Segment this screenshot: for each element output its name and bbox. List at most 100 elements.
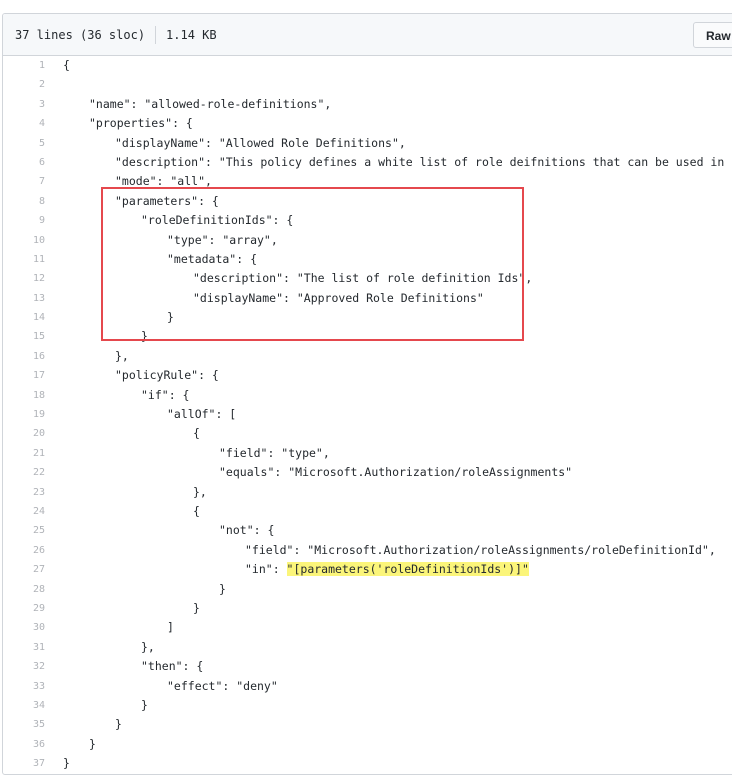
code-line: 26 "field": "Microsoft.Authorization/role… xyxy=(3,541,732,560)
code-line: 8 "parameters": { xyxy=(3,192,732,211)
code-line: 10 "type": "array", xyxy=(3,231,732,250)
line-number[interactable]: 12 xyxy=(3,269,45,288)
raw-button[interactable]: Raw xyxy=(693,22,732,48)
code-line: 32 "then": { xyxy=(3,657,732,676)
code-line: 25 "not": { xyxy=(3,521,732,540)
code-line: 14} xyxy=(3,308,732,327)
line-number[interactable]: 20 xyxy=(3,424,45,443)
line-number[interactable]: 28 xyxy=(3,580,45,599)
code-line: 31}, xyxy=(3,638,732,657)
code-text: "description": "The list of role definit… xyxy=(193,271,533,286)
code-text: "mode": "all", xyxy=(115,174,212,189)
line-number[interactable]: 4 xyxy=(3,114,45,133)
line-number[interactable]: 37 xyxy=(3,754,45,773)
line-number[interactable]: 14 xyxy=(3,308,45,327)
line-number[interactable]: 16 xyxy=(3,347,45,366)
code-text: }, xyxy=(141,639,155,654)
line-number[interactable]: 18 xyxy=(3,386,45,405)
code-line: 5 "displayName": "Allowed Role Definition… xyxy=(3,134,732,153)
line-number[interactable]: 26 xyxy=(3,541,45,560)
line-number[interactable]: 8 xyxy=(3,192,45,211)
code-text: } xyxy=(115,717,122,732)
code-line: 28} xyxy=(3,580,732,599)
code-line: 24 { xyxy=(3,502,732,521)
line-number[interactable]: 1 xyxy=(3,56,45,75)
code-text: "field": "Microsoft.Authorization/roleAs… xyxy=(245,542,716,557)
file-header: 37 lines (36 sloc) 1.14 KB Raw xyxy=(3,14,732,56)
code-text: "then": { xyxy=(141,659,204,674)
line-number[interactable]: 2 xyxy=(3,75,45,94)
line-number[interactable]: 6 xyxy=(3,153,45,172)
line-number[interactable]: 34 xyxy=(3,696,45,715)
line-number[interactable]: 19 xyxy=(3,405,45,424)
line-number[interactable]: 31 xyxy=(3,638,45,657)
code-body: 1 {2 3 "name": "allowed-role-definitions", 4… xyxy=(3,56,732,773)
code-text: "displayName": "Approved Role Definition… xyxy=(193,290,484,305)
code-text: "parameters": { xyxy=(115,193,219,208)
code-text: } xyxy=(141,329,148,344)
code-line: 22 "equals": "Microsoft.Authorization/rol… xyxy=(3,463,732,482)
line-number[interactable]: 22 xyxy=(3,463,45,482)
code-line: 19 "allOf": [ xyxy=(3,405,732,424)
code-line: 9 "roleDefinitionIds": { xyxy=(3,211,732,230)
code-line: 17 "policyRule": { xyxy=(3,366,732,385)
code-line: 30] xyxy=(3,618,732,637)
line-number[interactable]: 10 xyxy=(3,231,45,250)
code-text: "effect": "deny" xyxy=(167,678,278,693)
line-number[interactable]: 33 xyxy=(3,677,45,696)
file-viewer: 37 lines (36 sloc) 1.14 KB Raw 1 {2 3 "name… xyxy=(2,13,732,775)
code-line: 29} xyxy=(3,599,732,618)
code-line: 4 "properties": { xyxy=(3,114,732,133)
line-number[interactable]: 32 xyxy=(3,657,45,676)
line-number[interactable]: 11 xyxy=(3,250,45,269)
code-text: "displayName": "Allowed Role Definitions… xyxy=(115,135,406,150)
line-number[interactable]: 21 xyxy=(3,444,45,463)
code-line: 2 xyxy=(3,75,732,94)
line-number[interactable]: 27 xyxy=(3,560,45,579)
code-line: 33 "effect": "deny" xyxy=(3,677,732,696)
code-text: } xyxy=(141,697,148,712)
code-line: 16}, xyxy=(3,347,732,366)
line-number[interactable]: 9 xyxy=(3,211,45,230)
code-text: "if": { xyxy=(141,387,190,402)
line-number[interactable]: 30 xyxy=(3,618,45,637)
line-number[interactable]: 25 xyxy=(3,521,45,540)
line-number[interactable]: 29 xyxy=(3,599,45,618)
code-text: "name": "allowed-role-definitions", xyxy=(89,96,332,111)
line-number[interactable]: 13 xyxy=(3,289,45,308)
line-number[interactable]: 3 xyxy=(3,95,45,114)
code-line: 34} xyxy=(3,696,732,715)
line-number[interactable]: 24 xyxy=(3,502,45,521)
code-line: 21 "field": "type", xyxy=(3,444,732,463)
code-text: "field": "type", xyxy=(219,445,330,460)
code-text: "policyRule": { xyxy=(115,368,219,383)
code-text: "metadata": { xyxy=(167,251,258,266)
line-number[interactable]: 5 xyxy=(3,134,45,153)
line-number[interactable]: 35 xyxy=(3,715,45,734)
line-number[interactable]: 23 xyxy=(3,483,45,502)
highlighted-expression: "[parameters('roleDefinitionIds')]" xyxy=(286,562,529,577)
code-line: 13 "displayName": "Approved Role Definiti… xyxy=(3,289,732,308)
code-line: 3 "name": "allowed-role-definitions", xyxy=(3,95,732,114)
code-line: 27 "in": "[parameters('roleDefinitionIds'… xyxy=(3,560,732,579)
file-info: 37 lines (36 sloc) 1.14 KB xyxy=(15,26,217,44)
code-text: } xyxy=(63,756,70,771)
line-number[interactable]: 17 xyxy=(3,366,45,385)
code-line: 23}, xyxy=(3,483,732,502)
code-line: 20 { xyxy=(3,424,732,443)
code-text: "in": "[parameters('roleDefinitionIds')]… xyxy=(245,562,529,577)
line-count: 37 lines (36 sloc) xyxy=(15,28,146,42)
code-line: 36} xyxy=(3,735,732,754)
line-number[interactable]: 7 xyxy=(3,172,45,191)
code-text: } xyxy=(219,581,226,596)
code-line: 18 "if": { xyxy=(3,386,732,405)
code-line: 6 "description": "This policy defines a w… xyxy=(3,153,732,172)
code-text: { xyxy=(63,58,70,72)
code-line: 35} xyxy=(3,715,732,734)
file-size: 1.14 KB xyxy=(166,28,217,42)
line-number[interactable]: 36 xyxy=(3,735,45,754)
code-text: "description": "This policy defines a wh… xyxy=(115,154,732,169)
line-number[interactable]: 15 xyxy=(3,327,45,346)
code-text: }, xyxy=(115,348,129,363)
divider xyxy=(155,26,157,44)
